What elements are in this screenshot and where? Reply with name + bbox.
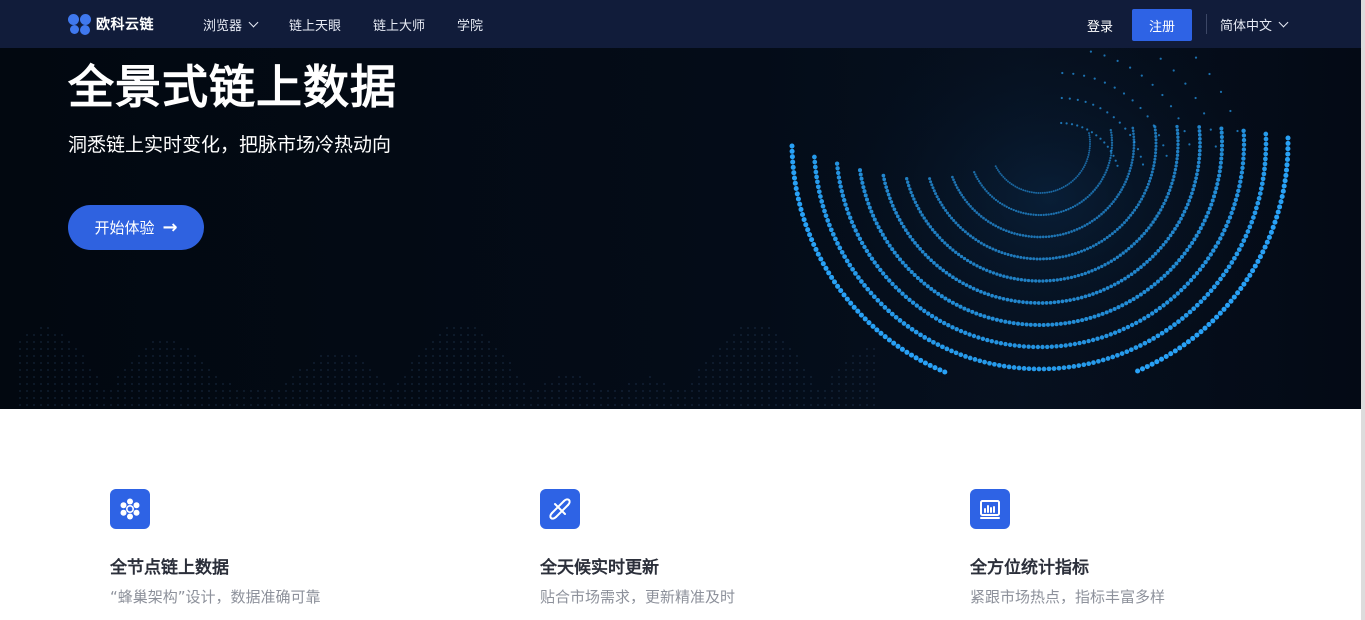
language-label: 简体中文 <box>1220 19 1273 34</box>
register-button[interactable]: 注册 <box>1132 9 1192 41</box>
feature-title: 全天候实时更新 <box>540 558 659 578</box>
page-scrollbar[interactable] <box>1361 0 1365 620</box>
nav-item-onchain-eye[interactable]: 链上天眼 <box>289 15 341 34</box>
nav-item-onchain-master[interactable]: 链上大师 <box>373 15 425 34</box>
hero-title: 全景式链上数据 <box>68 60 397 114</box>
honeycomb-icon <box>110 489 150 529</box>
chevron-down-icon <box>1278 17 1289 28</box>
nav-item-academy[interactable]: 学院 <box>457 15 483 34</box>
start-experience-button[interactable]: 开始体验 → <box>68 205 204 250</box>
nav-item-browser[interactable]: 浏览器 <box>203 15 259 34</box>
feature-title: 全方位统计指标 <box>970 558 1089 578</box>
nav-divider <box>1206 14 1207 34</box>
feature-title: 全节点链上数据 <box>110 558 229 578</box>
logo-text: 欧科云链 <box>96 17 154 33</box>
realtime-sync-icon <box>540 489 580 529</box>
nav-item-label: 浏览器 <box>203 19 243 34</box>
hero-banner: 全景式链上数据 洞悉链上实时变化，把脉市场冷热动向 开始体验 → <box>0 48 1361 409</box>
feature-description: 紧跟市场热点，指标丰富多样 <box>970 588 1166 606</box>
feature-card: 全方位统计指标 紧跟市场热点，指标丰富多样 <box>970 489 1300 607</box>
feature-description: “蜂巢架构”设计，数据准确可靠 <box>110 588 321 606</box>
login-link[interactable]: 登录 <box>1087 16 1113 35</box>
feature-card: 全节点链上数据 “蜂巢架构”设计，数据准确可靠 <box>110 489 440 607</box>
chart-monitor-icon <box>970 489 1010 529</box>
top-navbar: 欧科云链 浏览器 链上天眼 链上大师 学院 登录 注册 简体中文 <box>0 0 1361 48</box>
nav-item-label: 链上天眼 <box>289 19 342 34</box>
nav-item-label: 链上大师 <box>373 19 426 34</box>
logo-icon <box>68 13 92 35</box>
cta-label: 开始体验 <box>94 219 155 237</box>
feature-card: 全天候实时更新 贴合市场需求，更新精准及时 <box>540 489 870 607</box>
chevron-down-icon <box>248 17 259 28</box>
feature-description: 贴合市场需求，更新精准及时 <box>540 588 736 606</box>
logo[interactable]: 欧科云链 <box>68 13 154 35</box>
language-selector[interactable]: 简体中文 <box>1220 15 1289 34</box>
hero-subtitle: 洞悉链上实时变化，把脉市场冷热动向 <box>68 134 392 156</box>
nav-item-label: 学院 <box>457 19 484 34</box>
arrow-right-icon: → <box>162 217 178 238</box>
